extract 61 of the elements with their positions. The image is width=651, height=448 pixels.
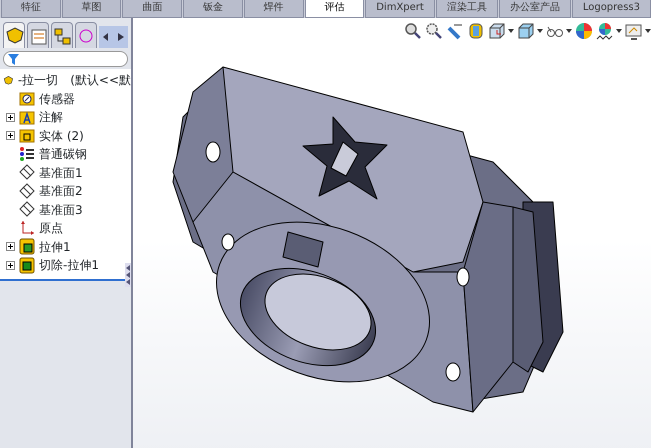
- zoom-area-icon: [425, 22, 443, 40]
- command-tab[interactable]: 渲染工具: [436, 0, 498, 18]
- filter-field[interactable]: [3, 51, 128, 67]
- command-tab[interactable]: 办公室产品: [498, 0, 571, 18]
- extrude-feature-icon: [19, 238, 35, 256]
- zoom-area-button[interactable]: [425, 22, 443, 40]
- section-view-icon: [467, 22, 485, 40]
- part-name[interactable]: -拉一切 (默认<<默: [18, 71, 131, 90]
- solid-bodies-folder-icon: [19, 127, 35, 144]
- scene-button[interactable]: [596, 22, 622, 40]
- tree-item[interactable]: 拉伸1: [39, 238, 71, 256]
- expand-toggle-icon[interactable]: [6, 260, 15, 270]
- view-orientation-icon: [488, 22, 506, 40]
- tree-item[interactable]: 原点: [39, 219, 63, 238]
- command-tab[interactable]: 曲面: [122, 0, 182, 18]
- section-view-button[interactable]: [467, 22, 485, 40]
- annotation-folder-icon: [19, 108, 35, 126]
- feature-manager-tab[interactable]: [3, 22, 25, 48]
- scene-icon: [596, 22, 614, 40]
- command-tab[interactable]: 草图: [62, 0, 122, 18]
- command-tab[interactable]: 特征: [1, 0, 61, 18]
- zoom-to-fit-button[interactable]: [404, 22, 422, 40]
- cut-extrude-feature-icon: [19, 256, 35, 274]
- command-tab[interactable]: 钣金: [183, 0, 243, 18]
- tree-item[interactable]: 切除-拉伸1: [39, 256, 99, 274]
- display-settings-button[interactable]: [625, 22, 651, 40]
- tree-item[interactable]: 传感器: [39, 90, 75, 108]
- material-icon: [19, 146, 35, 163]
- feature-tab-icon: [4, 26, 24, 46]
- plane-icon: [19, 201, 35, 218]
- property-manager-tab[interactable]: [27, 22, 49, 48]
- tree-item[interactable]: 实体 (2): [39, 126, 84, 145]
- plane-icon: [19, 182, 35, 200]
- previous-view-button[interactable]: [446, 22, 464, 40]
- zoom-to-fit-icon: [404, 22, 422, 40]
- command-tab[interactable]: Logopress3: [572, 0, 651, 18]
- config-tab-icon: [52, 26, 72, 46]
- command-tab[interactable]: DimXpert: [365, 0, 435, 18]
- view-orientation-button[interactable]: [488, 22, 514, 40]
- display-style-icon: [517, 22, 535, 40]
- tree-item[interactable]: 注解: [39, 108, 63, 126]
- previous-view-icon: [446, 22, 464, 40]
- plane-icon: [19, 164, 35, 182]
- color-ball-icon: [575, 22, 593, 40]
- tree-item[interactable]: 基准面3: [39, 200, 83, 219]
- display-style-button[interactable]: [517, 22, 543, 40]
- origin-icon: [19, 220, 35, 237]
- expand-toggle-icon[interactable]: [6, 131, 15, 140]
- expand-toggle-icon[interactable]: [6, 242, 15, 252]
- filter-icon: [8, 54, 19, 64]
- expand-toggle-icon[interactable]: [6, 112, 15, 122]
- panel-collapse-handle[interactable]: [125, 263, 131, 287]
- command-tab[interactable]: 评估: [304, 0, 364, 18]
- display-settings-icon: [625, 22, 643, 40]
- tree-item[interactable]: 基准面1: [39, 164, 83, 182]
- tree-item[interactable]: 普通碳钢: [39, 145, 87, 164]
- sensor-folder-icon: [19, 90, 35, 108]
- tree-item[interactable]: 基准面2: [39, 182, 83, 200]
- command-tab[interactable]: 焊件: [244, 0, 304, 18]
- color-ball-button[interactable]: [575, 22, 593, 40]
- config-manager-tab[interactable]: [51, 22, 73, 48]
